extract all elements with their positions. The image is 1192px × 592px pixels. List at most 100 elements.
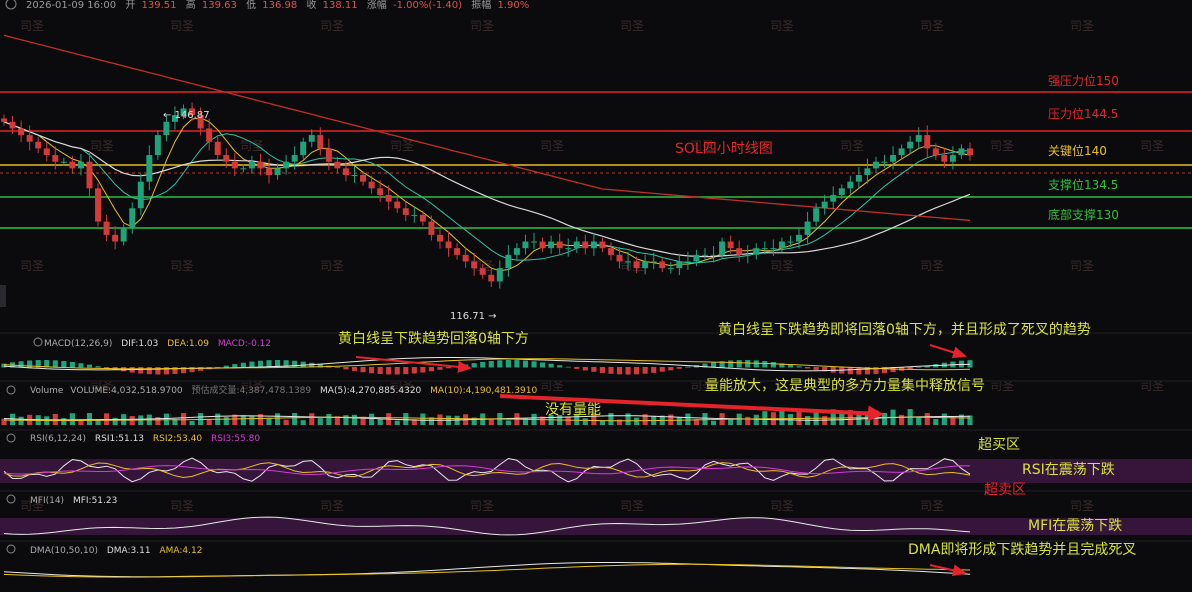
candle-body	[60, 161, 67, 163]
macd-bar	[257, 360, 264, 368]
volume-bar	[634, 417, 640, 425]
macd-bar	[428, 367, 434, 372]
candle-body	[26, 135, 33, 142]
candle-body	[625, 261, 632, 263]
macd-bar	[634, 367, 640, 375]
candle-body	[949, 155, 956, 162]
candle-body	[821, 201, 828, 209]
candle-body	[342, 168, 349, 175]
macd-bar	[770, 362, 776, 368]
macd-bar	[420, 367, 426, 373]
collapse-icon[interactable]	[6, 544, 16, 554]
watermark-text: 司圣	[470, 499, 494, 513]
sol-chart[interactable]: 司圣 司圣 司圣 司圣 司圣 司圣 司圣 司圣司圣 司圣 司圣 司圣 司圣 司圣 司圣 司圣司圣 司圣 司圣 司圣…	[0, 0, 1192, 592]
macd-bar	[787, 364, 794, 368]
volume-bar	[710, 420, 717, 425]
candle-body	[872, 161, 879, 169]
collapse-icon[interactable]	[6, 385, 16, 395]
candle-body	[231, 161, 238, 169]
macd-bar	[138, 367, 144, 374]
macd-bar	[736, 360, 742, 368]
macd-panel[interactable]: MACD(12,26,9) DIF:1.03 DEA:1.09 MACD:-0.…	[1, 321, 1091, 375]
macd-bar	[651, 367, 657, 373]
candle-body	[103, 221, 110, 235]
volume-bar	[702, 413, 708, 425]
volume-bar	[292, 413, 298, 425]
volume-bar	[779, 410, 785, 425]
volume-title: Volume	[30, 386, 64, 396]
candle-body	[915, 135, 922, 142]
dma-title: DMA(10,50,10)	[30, 546, 98, 556]
volume-bar	[403, 413, 409, 425]
candle-body	[360, 175, 367, 182]
candle-body	[445, 241, 452, 249]
volume-bar	[420, 413, 426, 425]
macd-bar	[565, 366, 571, 368]
collapse-icon[interactable]	[6, 433, 16, 443]
collapse-icon[interactable]	[5, 0, 17, 10]
ma-200-line	[3, 34, 971, 222]
candle-body	[112, 234, 119, 242]
candle-body	[69, 161, 76, 169]
candle-body	[479, 268, 486, 275]
watermark-text: 司圣	[470, 19, 494, 33]
macd-bar	[334, 367, 340, 368]
ma-short-line	[3, 117, 971, 272]
macd-bar	[830, 367, 836, 373]
candle-body	[436, 234, 443, 242]
panel-resize-handle[interactable]	[0, 285, 6, 307]
candle-body	[778, 241, 785, 249]
candle-body	[35, 141, 42, 149]
candle-body	[531, 241, 538, 243]
macd-bar	[240, 362, 246, 368]
watermark-text: 司圣	[170, 499, 194, 513]
volume-bar	[377, 418, 383, 425]
rsi-oversold: 超卖区	[984, 482, 1026, 498]
svg-text:MACD(12,26,9) DIF:1.03: MACD(12,26,9) DIF:1.03 DEA:1.09 MACD:-0.…	[44, 339, 271, 349]
candle-body	[308, 135, 315, 142]
candle-body	[736, 248, 743, 255]
macd-bar	[445, 367, 452, 369]
volume-bar	[369, 413, 375, 425]
volume-bar	[437, 414, 443, 425]
volume-bar	[300, 420, 306, 425]
macd-bar	[437, 367, 443, 370]
candle-body	[129, 208, 136, 229]
candle-body	[411, 214, 418, 216]
candle-body	[607, 248, 614, 255]
watermark-text: 司圣	[990, 139, 1014, 153]
candle-body	[120, 228, 127, 242]
volume-bar	[916, 416, 922, 425]
candle-body	[907, 141, 914, 149]
macd-bar	[52, 360, 58, 368]
macd-bar	[847, 367, 853, 375]
macd-bar	[813, 367, 819, 370]
volume-panel[interactable]: Volume VOLUME:4,032,518.9700 预估成交量:4,387…	[1, 377, 985, 425]
macd-bar	[505, 360, 511, 368]
candle-body	[419, 214, 426, 222]
macd-bar	[531, 361, 537, 368]
price-panel[interactable]: 强压力位150 压力位144.5 关键位140 支撑位134.5 底部支撑130 SOL…	[0, 34, 1192, 322]
macd-bar	[386, 367, 392, 375]
candle-body	[804, 221, 811, 235]
candle-body	[701, 254, 708, 256]
volume-bar	[266, 417, 272, 425]
watermark-text: 司圣	[20, 259, 44, 273]
rsi-panel[interactable]: RSI(6,12,24) RSI1:51.13 RSI2:53.40 RSI3:…	[0, 433, 1192, 498]
level-label: 压力位144.5	[1048, 106, 1118, 121]
svg-text:Volume VOLUME:4,032,518.: Volume VOLUME:4,032,518.9700 预估成交量:4,387…	[30, 384, 537, 396]
rsi-note: RSI在震荡下跌	[1022, 462, 1115, 478]
watermark-text: 司圣	[390, 139, 414, 153]
chart-title: SOL四小时线图	[675, 141, 773, 157]
bell-icon[interactable]	[33, 337, 43, 347]
rsi-band	[0, 459, 1192, 483]
collapse-icon[interactable]	[6, 494, 16, 504]
level-label: 底部支撑130	[1048, 207, 1119, 222]
candle-body	[890, 155, 897, 162]
macd-bar	[471, 363, 477, 368]
dma-line	[3, 562, 971, 578]
volume-bar	[505, 420, 511, 425]
candle-body	[377, 188, 384, 195]
volume-bar	[676, 417, 682, 425]
dma-panel[interactable]: DMA(10,50,10) DMA:3.11 AMA:4.12 DMA即将形成下…	[3, 542, 1136, 578]
